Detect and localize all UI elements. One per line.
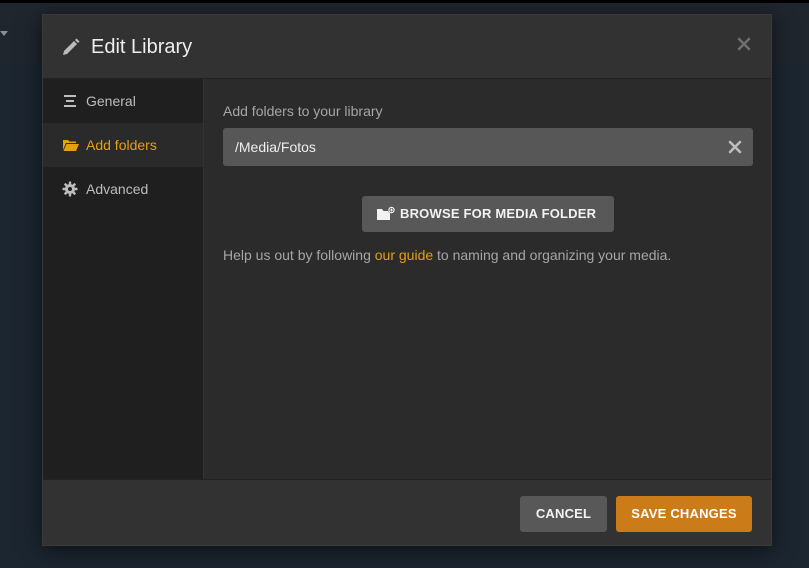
add-folders-label: Add folders to your library: [223, 103, 383, 119]
pencil-icon: [61, 35, 81, 57]
folder-add-icon: [376, 206, 396, 222]
sidebar-item-add-folders[interactable]: Add folders: [43, 123, 203, 167]
sidebar-item-label: General: [86, 93, 136, 109]
browse-media-folder-button[interactable]: BROWSE FOR MEDIA FOLDER: [362, 196, 614, 232]
help-text-prefix: Help us out by following: [223, 247, 375, 263]
add-folders-panel: Add folders to your library BROWSE FOR M…: [203, 79, 771, 479]
sidebar-item-label: Advanced: [86, 181, 149, 197]
folder-path-field: [223, 128, 753, 166]
browse-button-label: BROWSE FOR MEDIA FOLDER: [400, 206, 597, 221]
cancel-button[interactable]: CANCEL: [520, 496, 607, 532]
clear-path-icon[interactable]: [727, 139, 743, 155]
caret-down-icon[interactable]: [0, 31, 8, 36]
close-icon[interactable]: [735, 35, 753, 53]
dialog-footer: CANCEL SAVE CHANGES: [43, 479, 771, 545]
dialog-header: Edit Library: [43, 15, 771, 79]
sidebar-item-advanced[interactable]: Advanced: [43, 167, 203, 211]
help-text-suffix: to naming and organizing your media.: [433, 247, 672, 263]
save-changes-button[interactable]: SAVE CHANGES: [616, 496, 752, 532]
folder-path-input[interactable]: [235, 128, 715, 166]
edit-library-dialog: Edit Library General Add folders Advance…: [42, 14, 772, 546]
sidebar-item-label: Add folders: [86, 137, 157, 153]
dialog-title: Edit Library: [91, 36, 193, 58]
list-icon: [62, 93, 78, 109]
gear-icon: [62, 181, 78, 197]
sidebar-item-general[interactable]: General: [43, 79, 203, 123]
folder-open-icon: [62, 137, 79, 153]
dialog-sidebar: General Add folders Advanced: [43, 79, 203, 479]
guide-link[interactable]: our guide: [375, 247, 433, 263]
help-text: Help us out by following our guide to na…: [223, 247, 671, 263]
